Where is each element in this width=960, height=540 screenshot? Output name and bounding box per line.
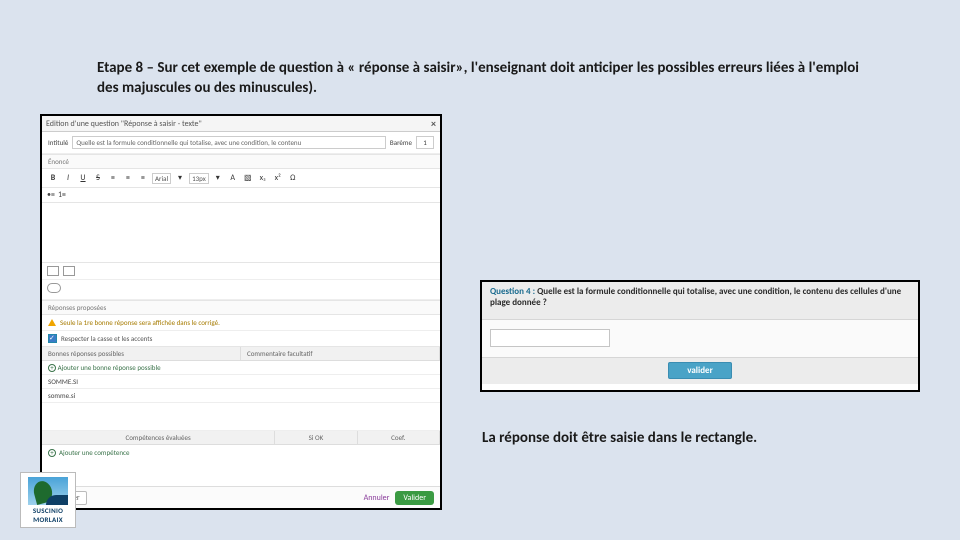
highlight-icon[interactable]: ▧	[242, 172, 254, 184]
suscinio-logo: SUSCINIO MORLAIX	[20, 472, 76, 528]
intitule-input[interactable]: Quelle est la formule conditionnelle qui…	[72, 136, 386, 149]
logo-graphic	[28, 477, 68, 505]
underline-icon[interactable]: U	[77, 172, 89, 184]
answer-row-1[interactable]: SOMME.SI	[42, 375, 440, 389]
editor-titlebar: Edition d'une question "Réponse à saisir…	[42, 116, 440, 132]
sound-row	[42, 280, 440, 300]
bareme-label: Barème	[390, 138, 412, 147]
bold-icon[interactable]: B	[47, 172, 59, 184]
reponses-section-label: Réponses proposées	[42, 300, 440, 315]
col-bonnes-reponses: Bonnes réponses possibles	[42, 347, 241, 360]
preview-question: Question 4 : Quelle est la formule condi…	[482, 282, 918, 320]
info-line: Seule la 1re bonne réponse sera affichée…	[42, 315, 440, 331]
answers-table-header: Bonnes réponses possibles Commentaire fa…	[42, 347, 440, 361]
preview-valider-button[interactable]: valider	[668, 362, 732, 379]
image-icon[interactable]	[47, 266, 59, 276]
editor-title: Edition d'une question "Réponse à saisir…	[46, 119, 202, 129]
col-commentaire: Commentaire facultatif	[241, 347, 440, 360]
question-number: Question 4 :	[490, 286, 535, 297]
caption-text: La réponse doit être saisie dans le rect…	[482, 428, 782, 448]
superscript-icon[interactable]: x²	[272, 172, 284, 184]
col-coef: Coef.	[358, 431, 440, 444]
step-heading: Etape 8 – Sur cet exemple de question à …	[97, 58, 867, 99]
font-select[interactable]: Arial	[152, 173, 171, 184]
dropdown-icon[interactable]: ▾	[174, 172, 186, 184]
preview-panel: Question 4 : Quelle est la formule condi…	[480, 280, 920, 392]
strike-icon[interactable]: S	[92, 172, 104, 184]
media-row	[42, 263, 440, 280]
editor-panel: Edition d'une question "Réponse à saisir…	[40, 114, 442, 510]
bareme-input[interactable]: 1	[416, 136, 434, 149]
rte-toolbar-row2: •≡ 1≡	[42, 188, 440, 203]
enonce-section-label: Énoncé	[42, 154, 440, 169]
answer-input[interactable]	[490, 329, 610, 347]
question-text: Quelle est la formule conditionnelle qui…	[490, 286, 901, 308]
add-competence-row[interactable]: + Ajouter une compétence	[42, 445, 440, 460]
add-competence-label: Ajouter une compétence	[59, 448, 129, 457]
rte-editor-area[interactable]	[42, 203, 440, 263]
plus-icon: +	[48, 364, 56, 372]
spacer	[42, 403, 440, 431]
editor-footer: Simuler Annuler Valider	[42, 486, 440, 508]
preview-body	[482, 320, 918, 358]
annuler-button[interactable]: Annuler	[364, 493, 390, 503]
col-siok: Si OK	[275, 431, 357, 444]
add-answer-label: Ajouter une bonne réponse possible	[58, 363, 161, 372]
logo-text-1: SUSCINIO	[33, 507, 63, 514]
respect-case-row: Respecter la casse et les accents	[42, 331, 440, 347]
intitule-label: Intitulé	[48, 138, 68, 147]
subscript-icon[interactable]: x₂	[257, 172, 269, 184]
competences-header: Compétences évaluées Si OK Coef.	[42, 431, 440, 445]
number-list-icon[interactable]: 1≡	[58, 190, 66, 200]
size-select[interactable]: 13px	[189, 173, 209, 184]
close-icon[interactable]: ×	[431, 117, 436, 130]
bullet-list-icon[interactable]: •≡	[47, 190, 55, 200]
align-left-icon[interactable]: ≡	[107, 172, 119, 184]
preview-footer: valider	[482, 358, 918, 384]
plus-icon: +	[48, 449, 56, 457]
info-text: Seule la 1re bonne réponse sera affichée…	[60, 318, 220, 327]
answer-row-2[interactable]: somme.si	[42, 389, 440, 403]
dropdown-icon[interactable]: ▾	[212, 172, 224, 184]
col-competences: Compétences évaluées	[42, 431, 275, 444]
intitule-row: Intitulé Quelle est la formule condition…	[42, 132, 440, 154]
align-right-icon[interactable]: ≡	[137, 172, 149, 184]
rte-toolbar: B I U S ≡ ≡ ≡ Arial ▾ 13px ▾ A ▧ x₂ x² Ω	[42, 169, 440, 188]
align-center-icon[interactable]: ≡	[122, 172, 134, 184]
valider-button[interactable]: Valider	[395, 491, 434, 505]
italic-icon[interactable]: I	[62, 172, 74, 184]
image-icon[interactable]	[63, 266, 75, 276]
omega-icon[interactable]: Ω	[287, 172, 299, 184]
logo-text-2: MORLAIX	[33, 516, 63, 523]
add-answer-row[interactable]: + Ajouter une bonne réponse possible	[42, 361, 440, 375]
warning-icon	[48, 319, 56, 326]
respect-case-label: Respecter la casse et les accents	[61, 334, 152, 343]
text-color-icon[interactable]: A	[227, 172, 239, 184]
respect-case-checkbox[interactable]	[48, 334, 57, 343]
audio-icon[interactable]	[47, 283, 61, 293]
